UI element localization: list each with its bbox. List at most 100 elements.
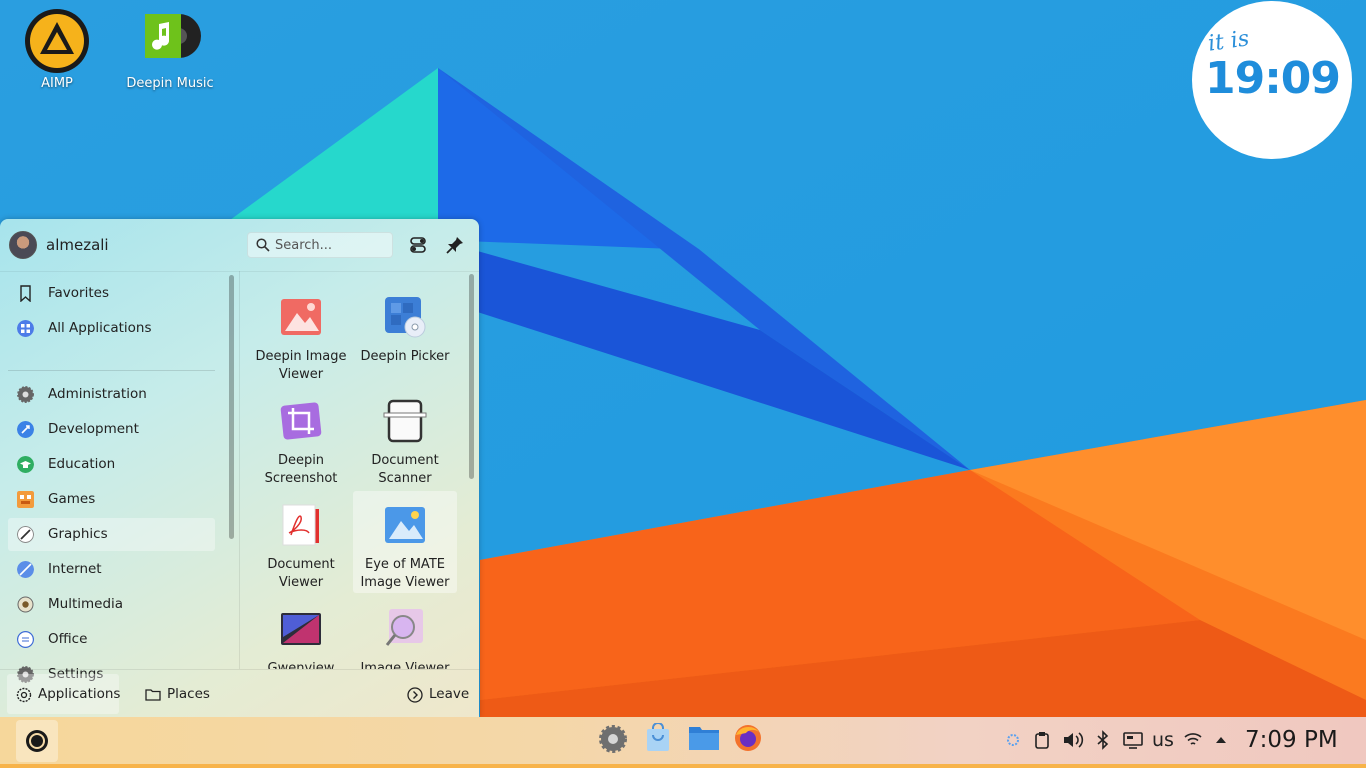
app-label: Deepin Picker [360, 349, 450, 364]
chevron-up-icon[interactable] [1213, 730, 1229, 750]
category-office[interactable]: Office [8, 623, 215, 656]
category-label: Administration [48, 386, 147, 402]
configure-toggle-icon[interactable] [406, 233, 430, 257]
application-launcher: almezali Favorites [0, 219, 479, 717]
wrench-icon [17, 421, 34, 438]
app-label: Document Viewer [267, 557, 335, 590]
clock-widget: it is 19:09 [1192, 1, 1352, 159]
app-label: Eye of MATE Image Viewer [360, 557, 450, 590]
music-icon [137, 8, 203, 74]
pin-icon[interactable] [443, 233, 467, 257]
app-eye-of-mate[interactable]: Eye of MATE Image Viewer [353, 491, 457, 593]
speaker-icon [17, 596, 34, 613]
screenshot-icon [280, 402, 322, 440]
app-document-scanner[interactable]: Document Scanner [353, 387, 457, 489]
pdf-icon [282, 504, 319, 546]
scanner-icon [383, 399, 427, 443]
app-image-viewer[interactable]: Image Viewer [353, 595, 457, 669]
leave-button[interactable]: Leave [398, 674, 474, 714]
color-picker-icon [385, 297, 426, 338]
tab-label: Places [167, 686, 210, 702]
gwenview-icon [281, 613, 321, 645]
taskbar: us 7:09 PM [0, 717, 1366, 768]
category-separator [8, 370, 215, 371]
image-viewer-icon [281, 299, 321, 335]
clipboard-icon[interactable] [1034, 730, 1050, 750]
eye-of-mate-icon [385, 507, 425, 543]
search-input[interactable] [275, 236, 387, 254]
taskbar-bottom-strip [0, 764, 1366, 768]
category-administration[interactable]: Administration [8, 378, 215, 411]
launcher-header: almezali [0, 219, 479, 272]
clock-time: 19:09 [1204, 53, 1341, 104]
search-box[interactable] [247, 232, 393, 258]
search-icon [256, 238, 270, 252]
app-document-viewer[interactable]: Document Viewer [249, 491, 353, 593]
file-manager-icon[interactable] [688, 724, 720, 752]
category-multimedia[interactable]: Multimedia [8, 588, 215, 621]
category-all-applications[interactable]: All Applications [8, 312, 215, 345]
category-favorites[interactable]: Favorites [8, 277, 215, 310]
keyboard-layout-indicator[interactable]: us [1152, 729, 1174, 751]
tab-places[interactable]: Places [136, 674, 216, 714]
app-deepin-screenshot[interactable]: Deepin Screenshot [249, 387, 353, 489]
desktop-icon-aimp[interactable]: AIMP [2, 2, 112, 91]
app-label: Deepin Screenshot [264, 453, 338, 486]
app-store-icon[interactable] [644, 723, 672, 753]
category-label: Favorites [48, 285, 109, 301]
aimp-icon [24, 8, 90, 74]
app-gwenview[interactable]: Gwenview [249, 595, 353, 669]
category-graphics[interactable]: Graphics [8, 518, 215, 551]
category-label: Development [48, 421, 139, 437]
desktop-icon-label: Deepin Music [126, 76, 214, 91]
username: almezali [46, 236, 109, 254]
bluetooth-icon[interactable] [1095, 730, 1111, 750]
app-label: Deepin Image Viewer [255, 349, 347, 382]
category-list: Favorites All Applications Administratio… [0, 271, 228, 683]
graduation-cap-icon [17, 456, 34, 473]
app-deepin-picker[interactable]: Deepin Picker [353, 283, 457, 385]
category-label: All Applications [48, 320, 152, 336]
volume-icon[interactable] [1062, 730, 1084, 750]
launcher-icon [26, 730, 48, 752]
applications-gear-icon [16, 687, 32, 703]
category-label: Multimedia [48, 596, 124, 612]
grid-icon [17, 320, 34, 337]
magnifier-image-icon [385, 609, 423, 646]
display-icon[interactable] [1122, 730, 1144, 750]
launcher-button[interactable] [16, 720, 58, 762]
globe-icon [17, 561, 34, 578]
app-grid-scrollbar[interactable] [469, 274, 474, 479]
kde-connect-icon[interactable] [1005, 730, 1021, 750]
app-deepin-image-viewer[interactable]: Deepin Image Viewer [249, 283, 353, 385]
tab-label: Applications [38, 686, 121, 702]
category-label: Internet [48, 561, 102, 577]
brush-icon [17, 526, 34, 543]
app-label: Gwenview [267, 661, 335, 669]
desktop-icon-label: AIMP [41, 76, 73, 91]
category-label: Education [48, 456, 116, 472]
category-development[interactable]: Development [8, 413, 215, 446]
category-label: Office [48, 631, 88, 647]
firefox-icon[interactable] [733, 723, 763, 753]
leave-icon [407, 687, 423, 703]
desktop-icon-deepin-music[interactable]: Deepin Music [115, 2, 225, 91]
document-icon [17, 631, 34, 648]
application-grid: Deepin Image Viewer Deepin Picker Deepin… [240, 271, 479, 669]
system-settings-icon[interactable] [598, 724, 628, 754]
category-games[interactable]: Games [8, 483, 215, 516]
tab-applications[interactable]: Applications [7, 674, 121, 714]
avatar[interactable] [9, 231, 37, 259]
tab-label: Leave [429, 686, 470, 702]
category-label: Games [48, 491, 96, 507]
app-label: Document Scanner [371, 453, 439, 486]
gear-icon [17, 386, 34, 403]
taskbar-clock[interactable]: 7:09 PM [1245, 727, 1338, 753]
category-scrollbar[interactable] [229, 275, 234, 539]
wifi-icon[interactable] [1183, 730, 1203, 750]
category-internet[interactable]: Internet [8, 553, 215, 586]
launcher-footer: Applications Places Leave [0, 669, 479, 717]
category-education[interactable]: Education [8, 448, 215, 481]
category-label: Graphics [48, 526, 108, 542]
folder-icon [145, 689, 161, 701]
